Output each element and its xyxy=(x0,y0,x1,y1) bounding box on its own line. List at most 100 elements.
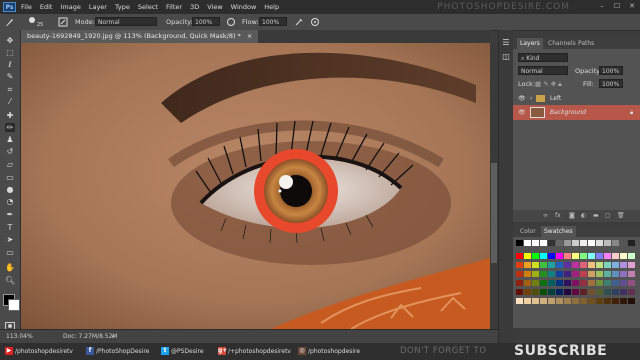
color-swatch[interactable] xyxy=(580,298,587,304)
color-swatch[interactable] xyxy=(564,240,571,246)
color-swatch[interactable] xyxy=(628,289,635,295)
menu-help[interactable]: Help xyxy=(264,3,279,11)
color-swatch[interactable] xyxy=(604,298,611,304)
tab-paths[interactable]: Paths xyxy=(575,38,597,49)
color-swatch[interactable] xyxy=(516,298,523,304)
history-brush-tool-icon[interactable]: ↺ xyxy=(5,147,15,156)
color-swatch[interactable] xyxy=(556,280,563,286)
color-swatch[interactable] xyxy=(588,262,595,268)
dodge-tool-icon[interactable]: ◔ xyxy=(5,197,15,206)
color-swatch[interactable] xyxy=(628,240,635,246)
menu-image[interactable]: Image xyxy=(60,3,80,11)
color-swatch[interactable] xyxy=(540,280,547,286)
color-swatch[interactable] xyxy=(548,298,555,304)
color-swatch[interactable] xyxy=(516,240,523,246)
crop-tool-icon[interactable]: ⌗ xyxy=(5,85,15,94)
brush-preset-icon[interactable] xyxy=(4,17,14,27)
color-swatch[interactable] xyxy=(620,298,627,304)
social-youtube[interactable]: ▶/photoshopdesiretv xyxy=(5,347,73,355)
menu-window[interactable]: Window xyxy=(231,3,257,11)
mode-select[interactable]: Normal xyxy=(95,17,157,26)
link-layers-icon[interactable]: ∞ xyxy=(543,212,548,219)
color-swatch[interactable] xyxy=(564,253,571,259)
marquee-tool-icon[interactable]: ⬚ xyxy=(5,48,15,57)
color-swatch[interactable] xyxy=(524,298,531,304)
color-swatch[interactable] xyxy=(620,289,627,295)
color-swatch[interactable] xyxy=(532,253,539,259)
hand-tool-icon[interactable]: ✋ xyxy=(5,263,15,272)
restore-button[interactable]: ☐ xyxy=(611,2,623,11)
color-swatch[interactable] xyxy=(612,271,619,277)
adjustment-layer-icon[interactable]: ◐ xyxy=(581,212,586,219)
fx-icon[interactable]: fx xyxy=(555,212,561,219)
swatch-grid[interactable] xyxy=(516,240,636,324)
new-layer-icon[interactable]: ▢ xyxy=(605,212,611,219)
color-swatch[interactable] xyxy=(596,289,603,295)
color-swatch[interactable] xyxy=(620,280,627,286)
color-swatch[interactable] xyxy=(572,289,579,295)
color-swatch[interactable] xyxy=(540,298,547,304)
add-mask-icon[interactable]: ◙ xyxy=(569,212,575,219)
color-swatch[interactable] xyxy=(612,298,619,304)
color-swatch[interactable] xyxy=(548,253,555,259)
color-swatch[interactable] xyxy=(564,262,571,268)
new-group-icon[interactable]: ▬ xyxy=(593,212,599,219)
menu-layer[interactable]: Layer xyxy=(89,3,107,11)
color-swatch[interactable] xyxy=(556,289,563,295)
color-swatch[interactable] xyxy=(524,262,531,268)
color-swatch[interactable] xyxy=(556,298,563,304)
fill-field[interactable]: 100% xyxy=(599,79,623,88)
color-swatch[interactable] xyxy=(596,253,603,259)
blend-mode-select[interactable]: Normal xyxy=(518,66,568,75)
minimize-button[interactable]: – xyxy=(596,2,608,11)
color-swatch[interactable] xyxy=(588,240,595,246)
color-swatch[interactable] xyxy=(540,262,547,268)
brush-panel-toggle-icon[interactable] xyxy=(58,17,68,27)
document-tab[interactable]: beauty-1692849_1920.jpg @ 113% (Backgrou… xyxy=(21,30,259,43)
color-swatch[interactable] xyxy=(628,253,635,259)
color-swatch[interactable] xyxy=(548,240,555,246)
color-swatch[interactable] xyxy=(604,253,611,259)
gradient-tool-icon[interactable]: ▭ xyxy=(5,173,15,182)
color-swatch[interactable] xyxy=(556,262,563,268)
layer-row-background[interactable]: 👁︎ Background 🔒︎ xyxy=(513,105,640,120)
color-swatch[interactable] xyxy=(572,271,579,277)
path-select-tool-icon[interactable]: ➤ xyxy=(5,235,15,244)
color-swatch[interactable] xyxy=(588,271,595,277)
color-swatch[interactable] xyxy=(572,298,579,304)
color-swatch[interactable] xyxy=(580,271,587,277)
color-swatch[interactable] xyxy=(596,240,603,246)
social-facebook[interactable]: f/PhotoShopDesire xyxy=(86,347,149,355)
color-swatch[interactable] xyxy=(596,271,603,277)
color-swatch[interactable] xyxy=(580,289,587,295)
social-instagram[interactable]: ◎/photoshopdesire xyxy=(298,347,360,355)
color-swatch[interactable] xyxy=(524,280,531,286)
lasso-tool-icon[interactable]: ℓ xyxy=(5,60,15,69)
eyedropper-tool-icon[interactable]: ⁄ xyxy=(5,97,15,106)
color-swatch[interactable] xyxy=(580,253,587,259)
canvas-vertical-scrollbar[interactable] xyxy=(490,43,498,329)
color-swatch[interactable] xyxy=(548,280,555,286)
color-swatch[interactable] xyxy=(532,289,539,295)
color-swatch[interactable] xyxy=(596,280,603,286)
visibility-eye-icon[interactable]: 👁︎ xyxy=(518,92,526,105)
layer-filter-select[interactable]: ⌕ Kind xyxy=(518,53,568,62)
visibility-eye-icon[interactable]: 👁︎ xyxy=(518,106,526,119)
color-swatch[interactable] xyxy=(620,240,627,246)
clone-stamp-tool-icon[interactable]: ♟ xyxy=(5,135,15,144)
color-swatch[interactable] xyxy=(612,240,619,246)
color-swatch[interactable] xyxy=(556,240,563,246)
menu-select[interactable]: Select xyxy=(138,3,158,11)
close-window-button[interactable]: ✕ xyxy=(626,2,638,11)
color-swatch[interactable] xyxy=(604,240,611,246)
color-swatch[interactable] xyxy=(524,271,531,277)
layer-row-left[interactable]: 👁︎ › Left xyxy=(513,92,640,105)
tab-swatches[interactable]: Swatches xyxy=(541,226,576,237)
color-swatch[interactable] xyxy=(612,289,619,295)
color-swatch[interactable] xyxy=(524,253,531,259)
pressure-opacity-icon[interactable] xyxy=(226,17,236,27)
color-swatch[interactable] xyxy=(524,289,531,295)
color-swatch[interactable] xyxy=(540,253,547,259)
color-swatch[interactable] xyxy=(588,298,595,304)
color-swatch[interactable] xyxy=(532,262,539,268)
